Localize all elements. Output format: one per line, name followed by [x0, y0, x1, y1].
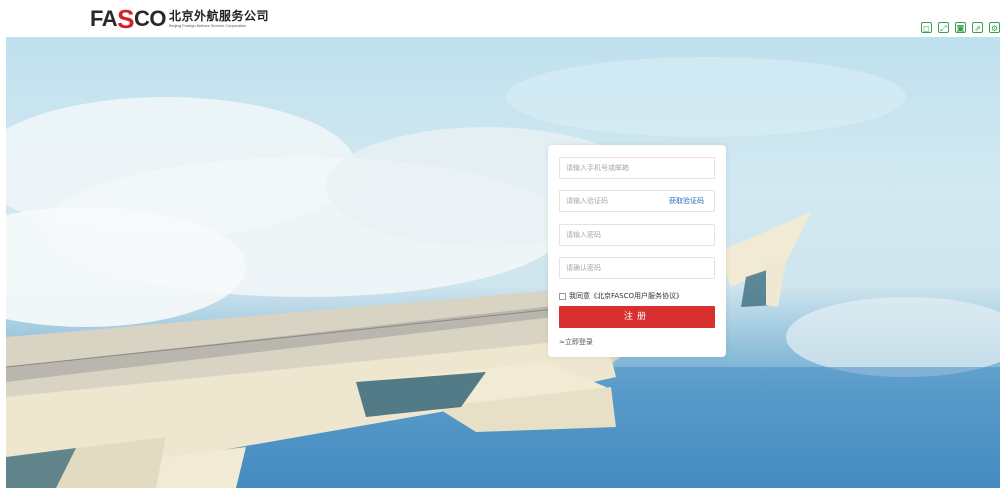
window-icon[interactable]: ◻ [921, 22, 932, 33]
page-header: FA S CO 北京外航服务公司 Beijing Foreign Airlines … [0, 0, 1000, 37]
register-button[interactable]: 注册 [559, 306, 715, 328]
share-icon[interactable]: ⇗ [972, 22, 983, 33]
save-icon[interactable]: ◙ [955, 22, 966, 33]
login-link[interactable]: ≈立即登录 [559, 337, 593, 347]
airplane-wing-illustration [6, 57, 1000, 488]
settings-icon[interactable]: ⚙ [989, 22, 1000, 33]
agreement-label: 我同意 [569, 292, 590, 300]
logo-mark: FA S CO [90, 4, 166, 34]
get-code-link[interactable]: 获取验证码 [669, 191, 704, 211]
verification-code-input[interactable]: 请输入验证码 获取验证码 [559, 190, 715, 212]
company-name-cn: 北京外航服务公司 [168, 9, 269, 23]
agreement-link[interactable]: 《北京FASCO用户服务协议》 [590, 291, 683, 301]
register-card: 请输入手机号或邮箱 请输入验证码 获取验证码 请输入密码 请确认密码 我同意 《… [548, 145, 726, 357]
agreement-row: 我同意 《北京FASCO用户服务协议》 [559, 291, 683, 301]
password-input[interactable]: 请输入密码 [559, 224, 715, 246]
hero-background: 请输入手机号或邮箱 请输入验证码 获取验证码 请输入密码 请确认密码 我同意 《… [6, 37, 1000, 488]
phone-email-input[interactable]: 请输入手机号或邮箱 [559, 157, 715, 179]
verification-code-placeholder: 请输入验证码 [566, 197, 608, 205]
agreement-checkbox[interactable] [559, 292, 566, 300]
company-logo[interactable]: FA S CO 北京外航服务公司 Beijing Foreign Airlines … [90, 4, 269, 34]
expand-icon[interactable]: ⤢ [938, 22, 949, 33]
toolbar: ◻ ⤢ ◙ ⇗ ⚙ [921, 22, 1000, 33]
confirm-password-input[interactable]: 请确认密码 [559, 257, 715, 279]
company-name-en: Beijing Foreign Airlines Service Corpora… [168, 23, 247, 28]
